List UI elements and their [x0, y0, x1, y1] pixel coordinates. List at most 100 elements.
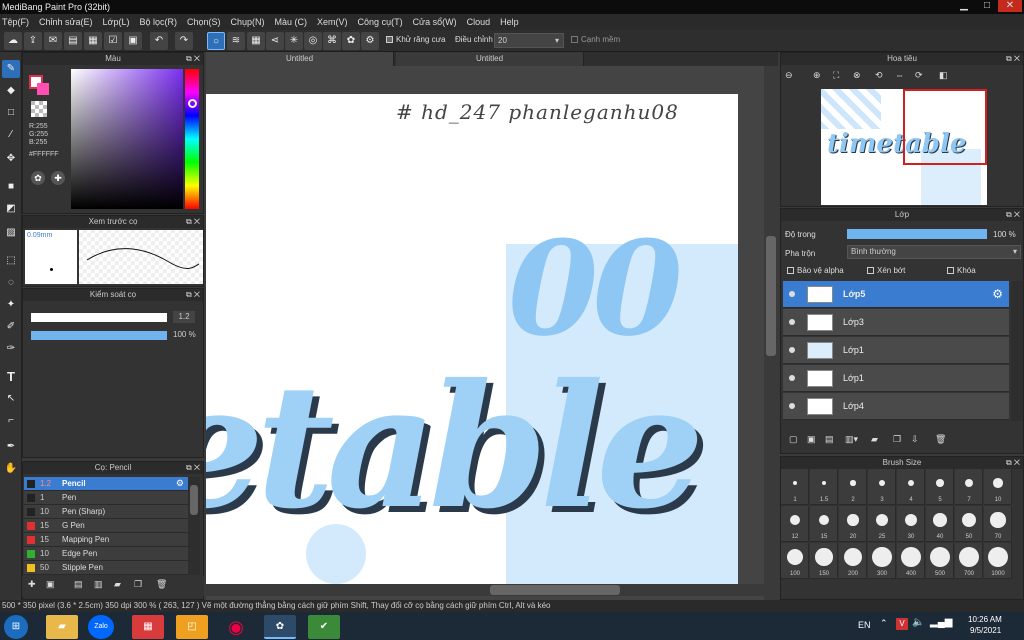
merge-layer-icon[interactable]: ⇩ [911, 434, 919, 445]
lasso-tool-icon[interactable]: ◌ [2, 274, 20, 292]
antivirus-icon[interactable]: V [896, 618, 908, 630]
ellipse-ruler-icon[interactable]: ○ [207, 32, 225, 50]
concentric-icon[interactable]: ◎ [304, 32, 322, 50]
magic-wand-icon[interactable]: ✦ [2, 296, 20, 314]
layer-row-lop1-b[interactable]: Lớp1 [783, 365, 1009, 392]
new-8bit-layer-icon[interactable]: ▤ [825, 434, 834, 445]
brush-item-mapping-pen[interactable]: 15 Mapping Pen [24, 533, 188, 547]
canvas-vertical-scrollbar[interactable] [764, 66, 778, 600]
trash-icon[interactable]: 🗑 [935, 434, 946, 445]
start-button-icon[interactable]: ⊞ [4, 615, 28, 639]
tab-untitled-1[interactable]: Untitled [206, 52, 394, 66]
brush-size-option[interactable]: 12 [781, 506, 809, 542]
navigator-thumbnail[interactable]: timetable [821, 89, 987, 205]
brush-size-option[interactable]: 2 [839, 469, 867, 505]
antialias-toggle[interactable]: Khử răng cưa [386, 35, 445, 44]
soft-edge-checkbox[interactable] [571, 36, 578, 44]
eye-icon[interactable] [789, 375, 795, 381]
antialias-checkbox[interactable] [386, 36, 393, 44]
operation-tool-icon[interactable]: ↖ [2, 390, 20, 408]
export-icon[interactable]: ▣ [124, 32, 142, 50]
brush-size-value[interactable]: 1.2 [173, 311, 195, 323]
chrome-icon[interactable]: ◉ [220, 615, 252, 639]
menu-cloud[interactable]: Cloud [467, 17, 491, 27]
layer-opacity-slider[interactable] [847, 229, 987, 239]
brush-size-option[interactable]: 100 [781, 543, 809, 579]
select-eraser-icon[interactable]: ✑ [2, 340, 20, 358]
trash-icon[interactable]: 🗑 [156, 579, 167, 590]
move-tool-icon[interactable]: ✥ [2, 150, 20, 168]
drawing-canvas[interactable]: # hd_247 phanleganhu08 00 etable [206, 94, 738, 584]
layer-row-lop1-a[interactable]: Lớp1 [783, 337, 1009, 364]
app-icon-1[interactable]: ▦ [132, 615, 164, 639]
new-halftone-layer-icon[interactable]: ▣ [807, 434, 816, 445]
text-tool-icon[interactable]: T [2, 368, 20, 386]
copy-brush-icon[interactable]: ▥ [94, 579, 103, 590]
layer-row-lop3[interactable]: Lớp3 [783, 309, 1009, 336]
network-icon[interactable]: ▂▄▆ [930, 617, 952, 628]
brush-item-pencil[interactable]: 1.2 Pencil ⚙ [24, 477, 188, 491]
radial-icon[interactable]: ✳ [285, 32, 303, 50]
cloud-icon[interactable]: ☁ [4, 32, 22, 50]
brush-list-scroll-thumb[interactable] [190, 485, 198, 515]
zoom-reset-icon[interactable]: ⊗ [853, 70, 861, 81]
duplicate-layer-icon[interactable]: ❐ [893, 434, 901, 445]
folder-icon[interactable]: ▰ [871, 434, 878, 445]
fit-icon[interactable]: ⛶ [833, 70, 839, 81]
undo-icon[interactable]: ↶ [150, 32, 168, 50]
brush-opacity-slider[interactable] [31, 331, 167, 340]
brush-size-option[interactable]: 300 [868, 543, 896, 579]
brush-size-option[interactable]: 30 [897, 506, 925, 542]
comment-icon[interactable]: ✉ [44, 32, 62, 50]
canvas-vscroll-thumb[interactable] [766, 236, 776, 356]
duplicate-icon[interactable]: ❐ [134, 579, 142, 590]
settings-icon[interactable]: ⚙ [361, 32, 379, 50]
brush-size-option[interactable]: 1 [781, 469, 809, 505]
close-button[interactable]: ✕ [998, 0, 1022, 12]
medibang-taskbar-icon[interactable]: ✿ [264, 615, 296, 639]
menu-window[interactable]: Cửa sổ(W) [413, 17, 457, 27]
brush-size-option[interactable]: 10 [984, 469, 1012, 505]
reset-view-icon[interactable]: ◧ [939, 70, 948, 81]
layers-scrollbar[interactable] [1011, 281, 1023, 421]
menu-select[interactable]: Chọn(S) [187, 17, 221, 27]
brush-size-option[interactable]: 25 [868, 506, 896, 542]
brush-item-edge-pen[interactable]: 10 Edge Pen [24, 547, 188, 561]
blend-mode-select[interactable]: Bình thường ▾ [847, 245, 1021, 259]
zoom-in-icon[interactable]: ⊕ [813, 70, 821, 81]
eye-icon[interactable] [789, 291, 795, 297]
lock-checkbox[interactable] [947, 267, 954, 275]
brush-size-option[interactable]: 3 [868, 469, 896, 505]
maximize-button[interactable]: □ [976, 0, 998, 12]
fill-rect-icon[interactable]: ■ [2, 178, 20, 196]
brush-size-option[interactable]: 150 [810, 543, 838, 579]
eyedropper-icon[interactable]: ✒ [2, 438, 20, 456]
panel-close-icon[interactable]: ⧉ ✕ [1006, 209, 1020, 221]
gear-icon[interactable]: ⚙ [992, 287, 1003, 301]
checklist-icon[interactable]: ☑ [104, 32, 122, 50]
layer-row-lop5[interactable]: Lớp5 ⚙ [783, 281, 1009, 308]
brush-size-option[interactable]: 5 [926, 469, 954, 505]
clock-date[interactable]: 9/5/2021 [970, 626, 1001, 635]
panel-close-icon[interactable]: ⧉ ✕ [186, 53, 200, 65]
transparent-swatch[interactable] [31, 101, 47, 117]
clip-toggle[interactable]: Xén bớt [867, 266, 905, 275]
tray-chevron-icon[interactable]: ⌃ [880, 618, 888, 629]
add-brush-icon[interactable]: ✚ [28, 579, 36, 590]
rotate-right-icon[interactable]: ⟳ [915, 70, 923, 81]
page-icon[interactable]: ▤ [64, 32, 82, 50]
app-icon-2[interactable]: ◰ [176, 615, 208, 639]
zoom-out-icon[interactable]: ⊖ [785, 70, 793, 81]
brush-size-option[interactable]: 700 [955, 543, 983, 579]
zalo-icon[interactable]: Zalo [88, 615, 114, 639]
brush-size-option[interactable]: 4 [897, 469, 925, 505]
layer-row-lop4[interactable]: Lớp4 [783, 393, 1009, 420]
menu-view[interactable]: Xem(V) [317, 17, 348, 27]
protect-alpha-toggle[interactable]: Bảo vệ alpha [787, 266, 844, 275]
brush-list-scrollbar[interactable] [188, 477, 200, 575]
grid-ruler-icon[interactable]: ▦ [247, 32, 265, 50]
brush-item-pen[interactable]: 1 Pen [24, 491, 188, 505]
brush-size-option[interactable]: 400 [897, 543, 925, 579]
panel-close-icon[interactable]: ⧉ ✕ [1006, 457, 1020, 469]
share-icon[interactable]: ⇪ [24, 32, 42, 50]
